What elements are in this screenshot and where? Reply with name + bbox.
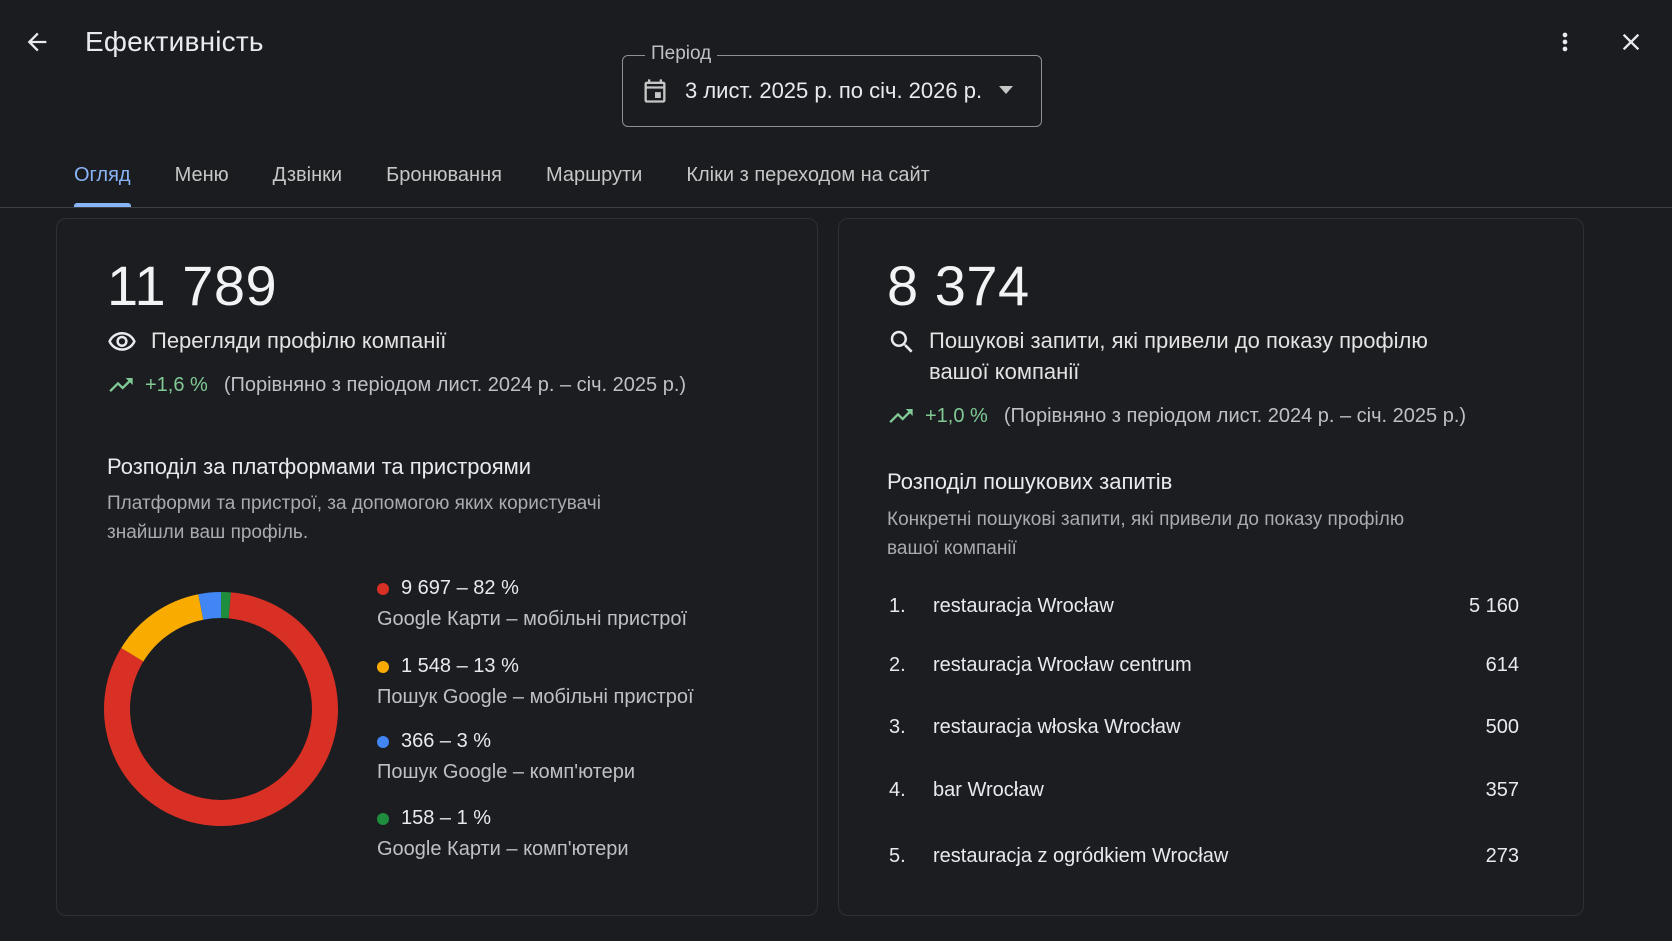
query-count: 614 [1485, 654, 1519, 676]
tab-bookings[interactable]: Бронювання [364, 150, 524, 207]
query-breakdown-description: Конкретні пошукові запити, які привели д… [887, 509, 1405, 559]
query-row: 1. restauracja Wrocław 5 160 [889, 595, 1519, 625]
query-text: bar Wrocław [933, 779, 1044, 801]
trending-up-icon [889, 409, 913, 423]
legend-value: 9 697 – 82 % [401, 577, 519, 599]
search-queries-trend: +1,0 % (Порівняно з періодом лист. 2024 … [887, 402, 1466, 430]
legend-item: 158 – 1 % Google Карти – комп'ютери [377, 807, 797, 861]
donut-slice [198, 592, 222, 620]
more-options-button[interactable] [1541, 18, 1589, 66]
period-label: Період [645, 43, 718, 65]
trend-percent: +1,6 % [145, 373, 208, 396]
dropdown-caret-icon [999, 86, 1013, 94]
trend-comparison-note: (Порівняно з періодом лист. 2024 р. – сі… [223, 373, 687, 396]
close-button[interactable] [1607, 18, 1655, 66]
query-breakdown-title: Розподіл пошукових запитів [887, 469, 1173, 494]
close-icon [1622, 33, 1640, 51]
query-rank: 3. [889, 716, 906, 738]
donut-slice [121, 594, 204, 662]
tab-website-clicks[interactable]: Кліки з переходом на сайт [664, 150, 951, 207]
query-row: 5. restauracja z ogródkiem Wrocław 273 [889, 845, 1519, 875]
legend-label: Google Карти – мобільні пристрої [377, 608, 688, 630]
search-queries-label: Пошукові запити, які привели до показу п… [929, 328, 1428, 384]
tab-overview[interactable]: Огляд [52, 150, 153, 207]
calendar-icon [644, 79, 666, 103]
query-text: restauracja Wrocław centrum [933, 654, 1192, 676]
query-rank: 4. [889, 779, 906, 801]
legend-dot [377, 735, 389, 748]
search-icon [890, 330, 913, 353]
query-rank: 2. [889, 654, 906, 676]
trending-up-icon [109, 378, 133, 392]
tab-calls[interactable]: Дзвінки [251, 150, 364, 207]
tabs-divider [0, 207, 1672, 208]
more-vert-icon [1562, 32, 1568, 52]
eye-icon [108, 332, 136, 351]
tab-directions[interactable]: Маршрути [524, 150, 664, 207]
period-selector[interactable]: Період 3 лист. 2025 р. по січ. 2026 р. [622, 43, 1042, 127]
legend-label: Пошук Google – комп'ютери [377, 761, 635, 783]
performance-screen: Ефективність Період 3 лист. 2025 р. по с… [0, 0, 1672, 941]
query-count: 357 [1485, 779, 1519, 801]
trend-percent: +1,0 % [925, 404, 988, 427]
search-queries-card: 8 374 Пошукові запити, які привели до по… [838, 218, 1584, 916]
tab-bar: Огляд Меню Дзвінки Бронювання Маршрути К… [52, 150, 952, 207]
back-button[interactable] [13, 18, 61, 66]
search-queries-total: 8 374 [887, 254, 1030, 317]
query-rank: 1. [889, 595, 906, 617]
profile-views-label: Перегляди профілю компанії [151, 328, 447, 353]
query-count: 500 [1485, 716, 1519, 738]
legend-item: 9 697 – 82 % Google Карти – мобільні при… [377, 577, 797, 631]
platform-breakdown-description: Платформи та пристрої, за допомогою яких… [107, 493, 601, 543]
period-value: 3 лист. 2025 р. по січ. 2026 р. [685, 78, 983, 103]
trend-comparison-note: (Порівняно з періодом лист. 2024 р. – сі… [1003, 404, 1467, 427]
query-count: 273 [1485, 845, 1519, 867]
profile-views-total: 11 789 [107, 254, 278, 317]
legend-item: 366 – 3 % Пошук Google – комп'ютери [377, 730, 797, 784]
legend-dot [377, 660, 389, 673]
legend-dot [377, 812, 389, 825]
platform-breakdown-title: Розподіл за платформами та пристроями [107, 454, 532, 479]
arrow-back-icon [27, 32, 47, 52]
legend-item: 1 548 – 13 % Пошук Google – мобільні при… [377, 655, 797, 709]
legend-value: 158 – 1 % [401, 807, 492, 829]
query-text: restauracja Wrocław [933, 595, 1114, 617]
legend-label: Пошук Google – мобільні пристрої [377, 686, 694, 708]
query-rank: 5. [889, 845, 906, 867]
legend-value: 366 – 3 % [401, 730, 492, 752]
legend-dot [377, 582, 389, 595]
legend-value: 1 548 – 13 % [401, 655, 519, 677]
query-count: 5 160 [1468, 595, 1519, 617]
tab-menu[interactable]: Меню [153, 150, 251, 207]
page-title: Ефективність [85, 26, 264, 57]
query-text: restauracja z ogródkiem Wrocław [933, 845, 1229, 867]
query-text: restauracja włoska Wrocław [933, 716, 1181, 738]
legend-label: Google Карти – комп'ютери [377, 838, 629, 860]
query-row: 3. restauracja włoska Wrocław 500 [889, 716, 1519, 746]
profile-views-trend: +1,6 % (Порівняно з періодом лист. 2024 … [107, 371, 686, 399]
query-row: 4. bar Wrocław 357 [889, 779, 1519, 809]
platform-donut-chart [104, 592, 338, 826]
query-row: 2. restauracja Wrocław centrum 614 [889, 654, 1519, 684]
profile-views-card: 11 789 Перегляди профілю компанії +1,6 %… [56, 218, 818, 916]
